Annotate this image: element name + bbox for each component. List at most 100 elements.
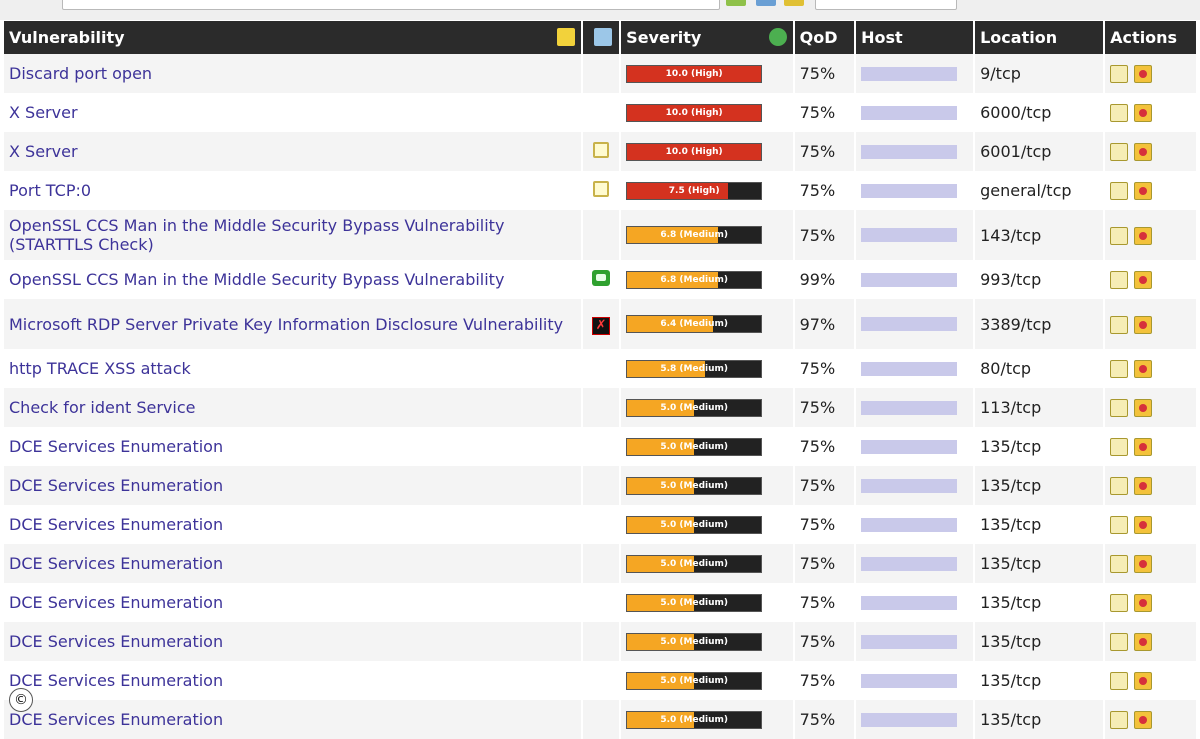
delta-report-icon[interactable] bbox=[1134, 315, 1153, 334]
vulnerability-link[interactable]: DCE Services Enumeration bbox=[9, 671, 223, 690]
delta-report-icon[interactable] bbox=[1134, 65, 1153, 84]
host-redacted[interactable] bbox=[861, 272, 958, 287]
host-redacted[interactable] bbox=[861, 673, 958, 688]
note-icon[interactable] bbox=[593, 180, 610, 197]
table-row[interactable]: DCE Services Enumeration 5.0 (Medium) 75% 1… bbox=[4, 583, 1196, 622]
edit-note-icon[interactable] bbox=[1110, 226, 1129, 245]
filter-input[interactable] bbox=[62, 0, 720, 10]
host-redacted[interactable] bbox=[861, 400, 958, 415]
edit-note-icon[interactable] bbox=[1110, 104, 1129, 123]
delta-report-icon[interactable] bbox=[1134, 226, 1153, 245]
edit-note-icon[interactable] bbox=[1110, 438, 1129, 457]
false-positive-icon[interactable]: ✗ bbox=[592, 316, 611, 335]
edit-note-icon[interactable] bbox=[1110, 633, 1129, 652]
table-row[interactable]: OpenSSL CCS Man in the Middle Security B… bbox=[4, 260, 1196, 299]
table-row[interactable]: DCE Services Enumeration 5.0 (Medium) 75% 1… bbox=[4, 622, 1196, 661]
header-flags[interactable] bbox=[582, 21, 620, 54]
vulnerability-link[interactable]: OpenSSL CCS Man in the Middle Security B… bbox=[9, 216, 504, 254]
vulnerability-link[interactable]: http TRACE XSS attack bbox=[9, 359, 191, 378]
header-location[interactable]: Location bbox=[975, 21, 1104, 54]
vulnerability-link[interactable]: Port TCP:0 bbox=[9, 181, 91, 200]
table-row[interactable]: DCE Services Enumeration 5.0 (Medium) 75% 1… bbox=[4, 466, 1196, 505]
edit-note-icon[interactable] bbox=[1110, 399, 1129, 418]
table-row[interactable]: DCE Services Enumeration 5.0 (Medium) 75% 1… bbox=[4, 427, 1196, 466]
host-redacted[interactable] bbox=[861, 439, 958, 454]
table-row[interactable]: Discard port open 10.0 (High) 75% 9/tcp bbox=[4, 54, 1196, 93]
header-host[interactable]: Host bbox=[856, 21, 974, 54]
vulnerability-link[interactable]: Check for ident Service bbox=[9, 398, 195, 417]
filter-select[interactable] bbox=[815, 0, 957, 10]
edit-note-icon[interactable] bbox=[1110, 182, 1129, 201]
edit-note-icon[interactable] bbox=[1110, 711, 1129, 730]
edit-note-icon[interactable] bbox=[1110, 672, 1129, 691]
header-vulnerability[interactable]: Vulnerability bbox=[4, 21, 581, 54]
table-row[interactable]: DCE Services Enumeration 5.0 (Medium) 75% 1… bbox=[4, 661, 1196, 700]
delta-report-icon[interactable] bbox=[1134, 182, 1153, 201]
overrides-filter-icon[interactable] bbox=[594, 28, 613, 46]
sort-severity-icon[interactable] bbox=[768, 28, 787, 46]
delta-report-icon[interactable] bbox=[1134, 271, 1153, 290]
delta-report-icon[interactable] bbox=[1134, 104, 1153, 123]
host-redacted[interactable] bbox=[861, 144, 958, 159]
save-filter-icon[interactable] bbox=[784, 0, 804, 6]
delta-report-icon[interactable] bbox=[1134, 399, 1153, 418]
refresh-icon[interactable] bbox=[726, 0, 746, 6]
table-row[interactable]: DCE Services Enumeration 5.0 (Medium) 75% 1… bbox=[4, 505, 1196, 544]
host-redacted[interactable] bbox=[861, 361, 958, 376]
delta-report-icon[interactable] bbox=[1134, 516, 1153, 535]
host-redacted[interactable] bbox=[861, 183, 958, 198]
table-row[interactable]: OpenSSL CCS Man in the Middle Security B… bbox=[4, 210, 1196, 260]
vulnerability-link[interactable]: Discard port open bbox=[9, 64, 152, 83]
vulnerability-link[interactable]: DCE Services Enumeration bbox=[9, 554, 223, 573]
edit-note-icon[interactable] bbox=[1110, 360, 1129, 379]
host-redacted[interactable] bbox=[861, 105, 958, 120]
edit-note-icon[interactable] bbox=[1110, 594, 1129, 613]
edit-note-icon[interactable] bbox=[1110, 477, 1129, 496]
host-redacted[interactable] bbox=[861, 317, 958, 331]
edit-note-icon[interactable] bbox=[1110, 271, 1129, 290]
host-redacted[interactable] bbox=[861, 228, 958, 242]
table-row[interactable]: DCE Services Enumeration 5.0 (Medium) 75% 1… bbox=[4, 544, 1196, 583]
table-row[interactable]: X Server 10.0 (High) 75% 6000/tcp bbox=[4, 93, 1196, 132]
vulnerability-link[interactable]: X Server bbox=[9, 142, 78, 161]
delta-report-icon[interactable] bbox=[1134, 360, 1153, 379]
host-redacted[interactable] bbox=[861, 595, 958, 610]
delta-report-icon[interactable] bbox=[1134, 555, 1153, 574]
edit-note-icon[interactable] bbox=[1110, 315, 1129, 334]
delta-report-icon[interactable] bbox=[1134, 711, 1153, 730]
notes-filter-icon[interactable] bbox=[556, 28, 575, 46]
host-redacted[interactable] bbox=[861, 634, 958, 649]
vulnerability-link[interactable]: OpenSSL CCS Man in the Middle Security B… bbox=[9, 270, 504, 289]
vulnerability-link[interactable]: DCE Services Enumeration bbox=[9, 476, 223, 495]
delta-report-icon[interactable] bbox=[1134, 594, 1153, 613]
vulnerability-link[interactable]: DCE Services Enumeration bbox=[9, 437, 223, 456]
vulnerability-link[interactable]: DCE Services Enumeration bbox=[9, 632, 223, 651]
header-qod[interactable]: QoD bbox=[794, 21, 855, 54]
delta-report-icon[interactable] bbox=[1134, 477, 1153, 496]
delta-report-icon[interactable] bbox=[1134, 143, 1153, 162]
delta-report-icon[interactable] bbox=[1134, 633, 1153, 652]
table-row[interactable]: Check for ident Service 5.0 (Medium) 75% 11… bbox=[4, 388, 1196, 427]
table-row[interactable]: Microsoft RDP Server Private Key Informa… bbox=[4, 299, 1196, 349]
edit-note-icon[interactable] bbox=[1110, 65, 1129, 84]
edit-filter-icon[interactable] bbox=[756, 0, 776, 6]
delta-report-icon[interactable] bbox=[1134, 672, 1153, 691]
vulnerability-link[interactable]: Microsoft RDP Server Private Key Informa… bbox=[9, 315, 563, 334]
edit-note-icon[interactable] bbox=[1110, 143, 1129, 162]
delta-report-icon[interactable] bbox=[1134, 438, 1153, 457]
vulnerability-link[interactable]: DCE Services Enumeration bbox=[9, 593, 223, 612]
host-redacted[interactable] bbox=[861, 556, 958, 571]
host-redacted[interactable] bbox=[861, 66, 958, 81]
host-redacted[interactable] bbox=[861, 478, 958, 493]
header-severity[interactable]: Severity bbox=[621, 21, 793, 54]
table-row[interactable]: X Server 10.0 (High) 75% 6001/tcp bbox=[4, 132, 1196, 171]
host-redacted[interactable] bbox=[861, 517, 958, 532]
edit-note-icon[interactable] bbox=[1110, 555, 1129, 574]
vulnerability-link[interactable]: DCE Services Enumeration bbox=[9, 515, 223, 534]
table-row[interactable]: Port TCP:0 7.5 (High) 75% general/tcp bbox=[4, 171, 1196, 210]
note-icon[interactable] bbox=[593, 141, 610, 158]
edit-note-icon[interactable] bbox=[1110, 516, 1129, 535]
table-row[interactable]: http TRACE XSS attack 5.8 (Medium) 75% 80/t… bbox=[4, 349, 1196, 388]
override-icon[interactable] bbox=[592, 269, 611, 286]
vulnerability-link[interactable]: X Server bbox=[9, 103, 78, 122]
